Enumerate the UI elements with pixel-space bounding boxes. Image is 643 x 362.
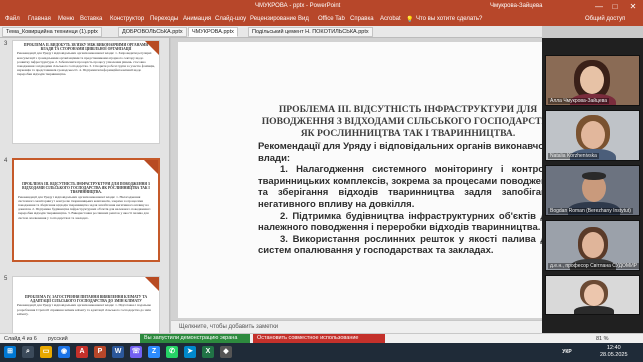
search-icon[interactable]: ⌕ xyxy=(22,346,34,358)
telegram-icon[interactable]: ➤ xyxy=(184,346,196,358)
tab-home[interactable]: Главная xyxy=(28,16,51,22)
doc-tab-2[interactable]: ДОБРОВОЛЬСЬКА.pptx xyxy=(118,27,187,37)
share-button[interactable]: Общий доступ xyxy=(585,16,625,22)
thumbnail-number: 5 xyxy=(4,276,8,282)
minimize-button[interactable]: — xyxy=(592,1,606,12)
ribbon-tabs: Файл Главная Меню Вставка Конструктор Пе… xyxy=(0,14,643,26)
thumbnail-text: Рекомендації для Уряду і відповідальних … xyxy=(17,303,152,316)
whatsapp-icon[interactable]: ✆ xyxy=(166,346,178,358)
clock-date: 28.05.2025 xyxy=(600,352,628,358)
slide-item-1: 1. Налагодження системного моніторингу і… xyxy=(258,164,542,210)
participant-body xyxy=(574,306,614,314)
document-tabs: Тема_Ковирцийна технинци (1).pptx ДОБРОВ… xyxy=(0,26,542,38)
thumbnail-text: Рекомендації для Уряду і відповідальних … xyxy=(18,194,151,220)
excel-icon[interactable]: X xyxy=(202,346,214,358)
slide-intro: Рекомендації для Уряду і відповідальних … xyxy=(258,141,542,164)
lightbulb-icon: 💡 xyxy=(406,17,414,23)
slide-thumbnail-4[interactable]: ПРОБЛЕМА III. ВІДСУТНІСТЬ ІНФРАСТРУКТУРИ… xyxy=(12,158,160,262)
viber-icon[interactable]: ☏ xyxy=(130,346,142,358)
stop-sharing-button[interactable]: Остановить совместное использование xyxy=(253,334,385,343)
doc-tab-3[interactable]: ЧМУКРОВА.pptx xyxy=(188,27,238,37)
tab-menu[interactable]: Меню xyxy=(58,16,74,22)
thumbnail-text: Рекомендації для Уряду і відповідальних … xyxy=(17,51,155,77)
participant-tile-1[interactable]: Алла Чмукрова-Зайцева xyxy=(545,55,640,106)
word-icon[interactable]: W xyxy=(112,346,124,358)
participant-hair xyxy=(582,172,606,180)
slide-item-3: 3. Використання рослинних решток у якост… xyxy=(258,233,542,257)
tab-office-tab[interactable]: Office Tab xyxy=(318,16,345,22)
slide-item-2: 2. Підтримка будівництва інфраструктурни… xyxy=(258,210,542,234)
thumbnail-title: ПРОБЛЕМА IV. ЗАГОСТРЕННЯ ПИТАННЯ ВИЯВЛЕН… xyxy=(24,295,148,304)
chrome-icon[interactable]: ◉ xyxy=(58,346,70,358)
keyboard-language[interactable]: УКР xyxy=(560,346,574,358)
participant-tile-2[interactable]: Natalia Korzhenivska xyxy=(545,110,640,161)
title-bar: ЧМУКРОВА - pptx - PowerPoint Чмукрова-За… xyxy=(0,0,643,14)
slide-title[interactable]: ПРОБЛЕМА III. ВІДСУТНІСТЬ ІНФРАСТРУКТУРИ… xyxy=(258,104,542,140)
tab-transitions[interactable]: Переходы xyxy=(150,16,178,22)
corner-fold xyxy=(145,277,159,291)
doc-tab-1[interactable]: Тема_Ковирцийна технинци (1).pptx xyxy=(2,27,102,37)
participant-name: Алла Чмукрова-Зайцева xyxy=(548,98,610,104)
slide-thumbnail-pane[interactable]: 3 ПРОБЛЕМА II. ВИДОБУТЬ ЗВ'ЯЗКУ МІЖ ВИКО… xyxy=(0,38,170,333)
tab-animation[interactable]: Анимация xyxy=(183,16,211,22)
zoom-level[interactable]: 81 % xyxy=(596,336,609,342)
app-icon[interactable]: ◆ xyxy=(220,346,232,358)
close-button[interactable]: ✕ xyxy=(626,1,640,12)
participant-name: д.е.н., професор Світлана СУДОМИР xyxy=(548,263,639,269)
participant-tile-3[interactable]: Bogdan Roman (Berezhany Instytut) xyxy=(545,165,640,216)
windows-start-icon[interactable]: ⊞ xyxy=(4,346,16,358)
thumbnail-title: ПРОБЛЕМА II. ВИДОБУТЬ ЗВ'ЯЗКУ МІЖ ВИКОНА… xyxy=(23,43,149,52)
tab-help[interactable]: Справка xyxy=(350,16,374,22)
tab-review[interactable]: Рецензирование xyxy=(250,16,296,22)
maximize-button[interactable]: □ xyxy=(608,1,622,12)
tell-me-search[interactable]: Что вы хотите сделать? xyxy=(416,16,482,22)
tab-insert[interactable]: Вставка xyxy=(80,16,102,22)
corner-fold xyxy=(145,41,159,55)
participant-face xyxy=(580,66,604,94)
participant-face xyxy=(584,284,604,306)
powerpoint-icon[interactable]: P xyxy=(94,346,106,358)
user-name[interactable]: Чмукрова-Зайцева xyxy=(490,3,542,9)
tab-slideshow[interactable]: Слайд-шоу xyxy=(215,16,246,22)
participant-face xyxy=(581,121,605,149)
doc-tab-4[interactable]: Подільський цемент Н. ПОКОТИЛЬСЬКА.pptx xyxy=(248,27,373,37)
notes-pane[interactable]: Щелкните, чтобы добавить заметки xyxy=(171,320,542,333)
participant-tile-5[interactable] xyxy=(545,275,640,315)
acrobat-icon[interactable]: A xyxy=(76,346,88,358)
zoom-icon[interactable]: Z xyxy=(148,346,160,358)
tab-view[interactable]: Вид xyxy=(298,16,309,22)
slide-thumbnail-5[interactable]: ПРОБЛЕМА IV. ЗАГОСТРЕННЯ ПИТАННЯ ВИЯВЛЕН… xyxy=(12,276,160,333)
windows-taskbar: ⊞ ⌕ ▭ ◉ A P W ☏ Z ✆ ➤ X ◆ УКР 12:40 28.0… xyxy=(0,343,643,362)
sharing-indicator: Вы запустили демонстрацию экрана xyxy=(140,334,250,343)
clock-time: 12:40 xyxy=(606,345,621,351)
current-slide[interactable]: ПРОБЛЕМА III. ВІДСУТНІСТЬ ІНФРАСТРУКТУРИ… xyxy=(178,42,542,318)
slide-thumbnail-3[interactable]: ПРОБЛЕМА II. ВИДОБУТЬ ЗВ'ЯЗКУ МІЖ ВИКОНА… xyxy=(12,40,160,144)
window-title: ЧМУКРОВА - pptx - PowerPoint xyxy=(255,3,341,9)
slide-counter: Слайд 4 из 6 xyxy=(4,336,37,342)
system-clock[interactable]: 12:40 28.05.2025 xyxy=(600,345,628,359)
file-explorer-icon[interactable]: ▭ xyxy=(40,346,52,358)
corner-fold xyxy=(144,160,158,174)
tab-design[interactable]: Конструктор xyxy=(110,16,144,22)
participant-name: Bogdan Roman (Berezhany Instytut) xyxy=(548,208,633,214)
tab-file[interactable]: Файл xyxy=(5,16,20,22)
participant-face xyxy=(582,232,604,258)
thumbnail-title: ПРОБЛЕМА III. ВІДСУТНІСТЬ ІНФРАСТРУКТУРИ… xyxy=(22,182,150,195)
participant-tile-4[interactable]: д.е.н., професор Світлана СУДОМИР xyxy=(545,220,640,271)
language-indicator[interactable]: русский xyxy=(48,336,68,342)
tab-acrobat[interactable]: Acrobat xyxy=(380,16,401,22)
slide-body[interactable]: Рекомендації для Уряду і відповідальних … xyxy=(258,141,542,257)
thumbnail-number: 3 xyxy=(4,41,8,47)
thumbnail-number: 4 xyxy=(4,158,8,164)
participant-name: Natalia Korzhenivska xyxy=(548,153,599,159)
